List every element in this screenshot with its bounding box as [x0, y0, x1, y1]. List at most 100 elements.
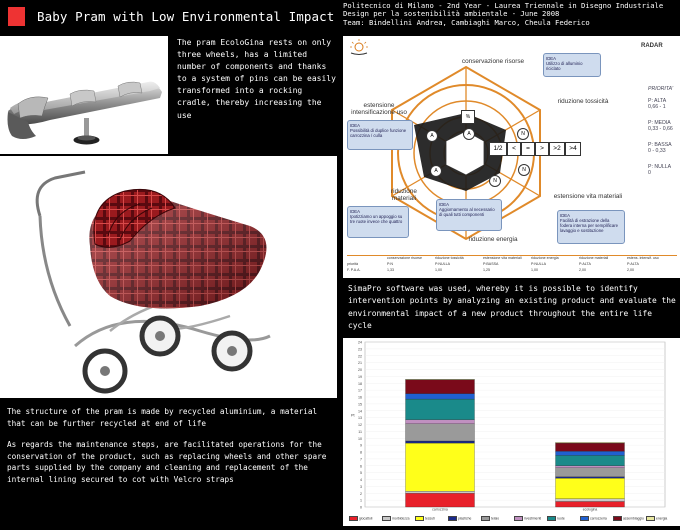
- bar-segment: [555, 478, 625, 499]
- course-info-line3: Team: Bindellini Andrea, Cambiaghi Marco…: [343, 17, 590, 27]
- y-tick-label: 0: [360, 506, 362, 510]
- title-accent-square: [8, 7, 25, 26]
- y-axis-label: Pt: [351, 413, 356, 417]
- table-cell: 1,00: [531, 268, 538, 272]
- bar-segment: [555, 442, 625, 444]
- y-tick-label: 22: [358, 354, 362, 358]
- idea-text: Facilità di estrazione della fodera inte…: [560, 218, 619, 233]
- idea-text: Ipotizziamo un appoggio su tre ruote inv…: [350, 214, 403, 224]
- radar-heading: RADAR: [641, 43, 663, 49]
- legend-item: rivestimenti: [514, 516, 541, 521]
- y-tick-label: 3: [360, 485, 362, 489]
- y-tick-label: 20: [358, 368, 362, 372]
- legend-label: plastiche: [458, 516, 472, 521]
- y-tick-label: 4: [360, 478, 362, 482]
- bar-segment: [405, 398, 475, 420]
- y-tick-label: 10: [358, 437, 362, 441]
- scale-cell: >: [535, 142, 549, 156]
- y-tick-label: 8: [360, 451, 362, 455]
- bar-segment: [555, 465, 625, 468]
- priority-level: P: MEDIA 0,33 - 0,66: [648, 120, 680, 132]
- sun-logo-icon: [350, 39, 368, 55]
- table-cell: 2,00: [579, 268, 586, 272]
- idea-box-aluminium: IDEA Utilizzo di alluminio riciclato: [543, 53, 601, 77]
- bar-segment: [555, 451, 625, 456]
- table-cell: 1,00: [435, 268, 442, 272]
- priority-level: P: NULLA 0: [648, 164, 680, 176]
- axis-label-estensione-uso: estensione intensificazione uso: [351, 102, 407, 116]
- idea-box-three-wheels: IDEA Ipotizziamo un appoggio su tre ruot…: [347, 206, 409, 238]
- table-cell: 1,33: [387, 268, 394, 272]
- y-tick-label: 12: [358, 423, 362, 427]
- table-cell: F. P.A.A.: [347, 268, 361, 272]
- legend-label: telaio: [491, 516, 500, 521]
- radar-marker: N: [518, 164, 530, 176]
- legend-swatch: [514, 516, 523, 521]
- legend-label: morbidezza: [392, 516, 410, 521]
- y-tick-label: 21: [358, 361, 362, 365]
- title-bar: Baby Pram with Low Environmental Impact: [0, 0, 340, 33]
- priority-level: P: ALTA 0,66 - 1: [648, 98, 680, 110]
- scale-cell: >4: [565, 142, 581, 156]
- legend-swatch: [613, 516, 622, 521]
- bar-segment: [555, 501, 625, 508]
- legend-label: ruote: [557, 516, 565, 521]
- radar-marker: A: [426, 130, 438, 142]
- priority-title: PRIORITA': [648, 86, 674, 92]
- bar-segment: [555, 442, 625, 452]
- legend-label: tessuti: [425, 516, 435, 521]
- pram-wheels: [82, 315, 253, 394]
- bar-segment: [405, 379, 475, 394]
- scale-cell: =: [521, 142, 535, 156]
- idea-box-components: IDEA Aggiornamento al necessario di qual…: [436, 199, 502, 231]
- y-tick-label: 19: [358, 375, 362, 379]
- rocking-base-image: [0, 36, 168, 154]
- legend-label: rivestimenti: [524, 516, 542, 521]
- legend-item: telaio: [481, 516, 499, 521]
- legend-swatch: [646, 516, 655, 521]
- bar-segment: [555, 498, 625, 502]
- maintenance-paragraph: As regards the maintenance steps, are fa…: [7, 440, 327, 484]
- axis-label-tossicita: riduzione tossicità: [557, 98, 609, 105]
- y-tick-label: 5: [360, 471, 362, 475]
- radar-marker: N: [517, 128, 529, 140]
- radar-marker: A: [430, 165, 442, 177]
- y-tick-label: 11: [358, 430, 362, 434]
- legend-item: giocattoli: [349, 516, 372, 521]
- bar-segment: [405, 379, 475, 380]
- priority-range: 0 - 0,33: [648, 148, 666, 155]
- y-tick-label: 23: [358, 347, 362, 351]
- legend-swatch: [481, 516, 490, 521]
- legend-item: energia: [646, 516, 667, 521]
- bar-segment: [405, 393, 475, 400]
- y-tick-label: 17: [358, 389, 362, 393]
- idea-box-dual-function: IDEA Possibilità di duplice funzione car…: [347, 120, 413, 150]
- bar-segment: [405, 491, 475, 494]
- table-row: F. P.A.A. 1,33 1,00 1,25 1,00 2,00 2,00: [347, 268, 677, 274]
- y-tick-label: 7: [360, 457, 362, 461]
- y-tick-label: 9: [360, 444, 362, 448]
- bar-segment: [555, 455, 625, 466]
- legend-item: morbidezza: [382, 516, 410, 521]
- scale-cell: <: [507, 142, 521, 156]
- legend-swatch: [349, 516, 358, 521]
- bar-segment: [555, 467, 625, 477]
- radar-marker-top: %: [461, 110, 475, 124]
- y-tick-label: 14: [358, 409, 362, 413]
- legend-swatch: [580, 516, 589, 521]
- legend-swatch: [448, 516, 457, 521]
- idea-text: Possibilità di duplice funzione carrozzi…: [350, 128, 407, 138]
- scale-cell: >2: [549, 142, 565, 156]
- bar-segment: [405, 419, 475, 424]
- y-tick-label: 18: [358, 382, 362, 386]
- legend-swatch: [415, 516, 424, 521]
- x-tick-label: ecologina: [583, 508, 598, 512]
- legend-label: giocattoli: [359, 516, 373, 521]
- legend-label: assemblaggio: [623, 516, 644, 521]
- table-cell: 2,00: [627, 268, 634, 272]
- impact-chart-panel: 0 1 2 3 4 5 6 7 8 9 10 11 12 13 14 15 16 17 18 19 20 21 22 23 24…: [343, 338, 680, 526]
- legend-swatch: [547, 516, 556, 521]
- legend-item: assemblaggio: [613, 516, 644, 521]
- legend-item: tessuti: [415, 516, 435, 521]
- structure-description: The structure of the pram is made by rec…: [7, 406, 335, 496]
